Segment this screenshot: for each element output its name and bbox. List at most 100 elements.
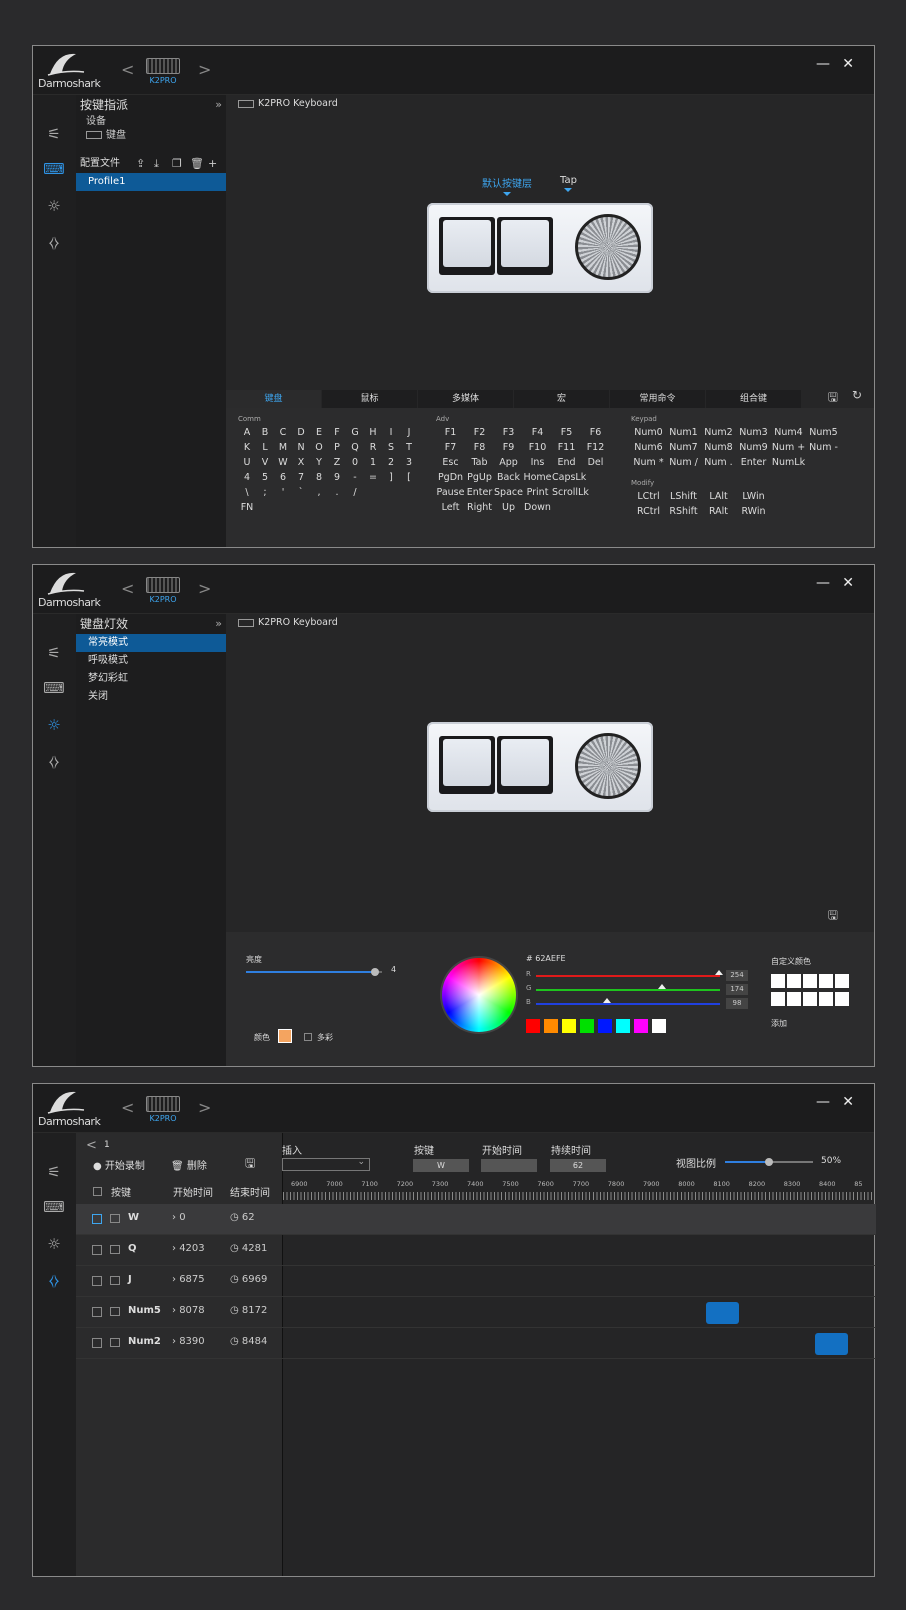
key-button[interactable]: Esc (436, 456, 465, 469)
key-button[interactable]: F5 (552, 426, 581, 439)
code-icon[interactable]: ⧼⧽ (42, 233, 66, 255)
red-thumb[interactable] (715, 970, 724, 975)
save-icon[interactable]: 🖫 (828, 388, 838, 409)
save-icon[interactable]: 🖫 (828, 906, 838, 927)
key-button[interactable]: PgUp (465, 471, 494, 484)
add-icon[interactable]: + (208, 155, 217, 173)
key-button[interactable]: Y (310, 456, 328, 469)
key-button[interactable]: RShift (666, 505, 701, 518)
key-button[interactable]: Pause (436, 486, 465, 499)
device-keyboard-item[interactable]: 键盘 (76, 129, 226, 143)
key-button[interactable]: B (256, 426, 274, 439)
row-checkbox[interactable] (92, 1245, 102, 1255)
key-button[interactable]: LShift (666, 490, 701, 503)
key-button[interactable]: O (310, 441, 328, 454)
key-button[interactable]: Num - (806, 441, 841, 454)
duration-field[interactable]: 62 (550, 1159, 606, 1172)
key-button[interactable]: Q (346, 441, 364, 454)
keyboard-icon[interactable]: ⌨ (42, 679, 66, 701)
key-button[interactable]: = (364, 471, 382, 484)
macro-row[interactable]: J › 6875 ◷ 6969 (76, 1266, 876, 1297)
key-button[interactable]: J (400, 426, 418, 439)
close-button[interactable]: ✕ (842, 575, 854, 591)
key-button[interactable]: F10 (523, 441, 552, 454)
current-color-swatch[interactable] (278, 1029, 292, 1043)
close-button[interactable]: ✕ (842, 56, 854, 72)
key-button[interactable]: F11 (552, 441, 581, 454)
row-checkbox[interactable] (92, 1276, 102, 1286)
blue-slider[interactable] (536, 1003, 720, 1005)
macro-row[interactable]: W › 0 ◷ 62 (76, 1204, 876, 1235)
mode-static[interactable]: 常亮模式 (76, 634, 226, 652)
key-button[interactable]: U (238, 456, 256, 469)
code-icon[interactable]: ⧼⧽ (42, 1271, 66, 1293)
lightbulb-icon[interactable]: ☼ (42, 197, 66, 219)
key-button[interactable]: 7 (292, 471, 310, 484)
key-button[interactable]: Home (523, 471, 552, 484)
key-button[interactable]: 2 (382, 456, 400, 469)
key-button[interactable]: F6 (581, 426, 610, 439)
tab-media[interactable]: 多媒体 (418, 390, 513, 408)
sliders-icon[interactable]: ⚟ (42, 644, 66, 666)
row-start[interactable]: › 4203 (172, 1243, 205, 1254)
g-value[interactable]: 174 (726, 984, 748, 995)
keyboard-icon[interactable]: ⌨ (42, 1198, 66, 1220)
mode-rainbow[interactable]: 梦幻彩虹 (76, 670, 226, 688)
record-button[interactable]: ● 开始录制 (93, 1157, 145, 1172)
key-button[interactable]: Num / (666, 456, 701, 469)
key-button[interactable]: ] (382, 471, 400, 484)
key-1[interactable] (439, 217, 495, 275)
key-button[interactable]: End (552, 456, 581, 469)
key-button[interactable]: RAlt (701, 505, 736, 518)
macro-row[interactable]: Num2 › 8390 ◷ 8484 (76, 1328, 876, 1359)
key-button[interactable]: M (274, 441, 292, 454)
key-button[interactable]: Num5 (806, 426, 841, 439)
tap-layer-tab[interactable]: Tap (560, 175, 577, 192)
custom-color-slot[interactable] (803, 992, 817, 1006)
key-button[interactable]: D (292, 426, 310, 439)
key-button[interactable]: 3 (400, 456, 418, 469)
minimize-button[interactable]: — (816, 1094, 830, 1110)
key-button[interactable]: 9 (328, 471, 346, 484)
row-start[interactable]: › 0 (172, 1212, 186, 1223)
key-button[interactable]: E (310, 426, 328, 439)
save-icon[interactable]: 🖫 (245, 1154, 255, 1175)
key-button[interactable]: Del (581, 456, 610, 469)
key-button[interactable]: ` (292, 486, 310, 499)
lightbulb-icon[interactable]: ☼ (42, 716, 66, 738)
key-button[interactable]: Num + (771, 441, 806, 454)
timeline-event[interactable] (705, 1302, 739, 1324)
insert-dropdown[interactable]: ⌄ (282, 1157, 370, 1171)
key-button[interactable]: . (328, 486, 346, 499)
key-button[interactable]: K (238, 441, 256, 454)
key-button[interactable]: ; (256, 486, 274, 499)
export-icon[interactable]: ⇪ (136, 155, 145, 173)
row-start[interactable]: › 6875 (172, 1274, 205, 1285)
brightness-slider[interactable] (246, 968, 382, 976)
custom-color-slot[interactable] (835, 992, 849, 1006)
key-button[interactable]: F7 (436, 441, 465, 454)
delete-button[interactable]: 🗑 删除 (171, 1157, 207, 1172)
key-button[interactable]: 4 (238, 471, 256, 484)
key-button[interactable]: / (346, 486, 364, 499)
tab-commands[interactable]: 常用命令 (610, 390, 705, 408)
back-button[interactable]: < (86, 1138, 97, 1153)
knob[interactable] (575, 733, 641, 799)
row-end[interactable]: ◷ 6969 (230, 1274, 267, 1285)
row-checkbox[interactable] (92, 1338, 102, 1348)
prev-device-button[interactable]: < (121, 579, 134, 598)
color-swatch[interactable] (580, 1019, 594, 1033)
start-time-field[interactable] (481, 1159, 537, 1172)
key-button[interactable]: Left (436, 501, 465, 514)
code-icon[interactable]: ⧼⧽ (42, 752, 66, 774)
key-button[interactable]: 5 (256, 471, 274, 484)
custom-color-slot[interactable] (787, 992, 801, 1006)
mode-breathing[interactable]: 呼吸模式 (76, 652, 226, 670)
key-button[interactable]: Right (465, 501, 494, 514)
key-button[interactable]: Num . (701, 456, 736, 469)
r-value[interactable]: 254 (726, 970, 748, 981)
key-button[interactable]: Num7 (666, 441, 701, 454)
color-swatch[interactable] (634, 1019, 648, 1033)
tab-macro[interactable]: 宏 (514, 390, 609, 408)
row-end[interactable]: ◷ 8484 (230, 1336, 267, 1347)
